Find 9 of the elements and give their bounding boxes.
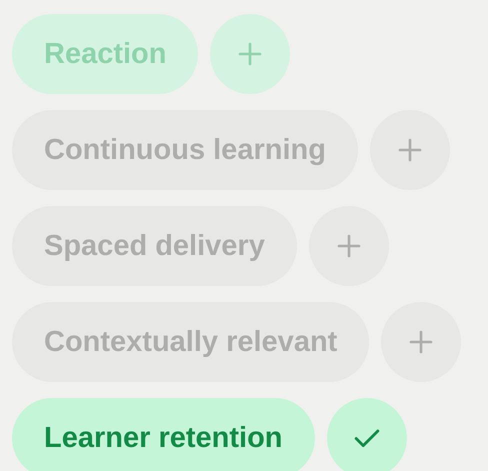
- tag-chip[interactable]: Spaced delivery: [12, 206, 297, 286]
- tag-chip[interactable]: Contextually relevant: [12, 302, 370, 382]
- plus-icon: [336, 234, 361, 258]
- tag-chip[interactable]: Reaction: [12, 14, 198, 94]
- plus-icon: [409, 330, 434, 354]
- tag-chip[interactable]: Learner retention: [12, 398, 314, 471]
- tag-chip[interactable]: Continuous learning: [12, 110, 358, 190]
- plus-icon: [238, 42, 262, 66]
- plus-icon: [398, 138, 422, 162]
